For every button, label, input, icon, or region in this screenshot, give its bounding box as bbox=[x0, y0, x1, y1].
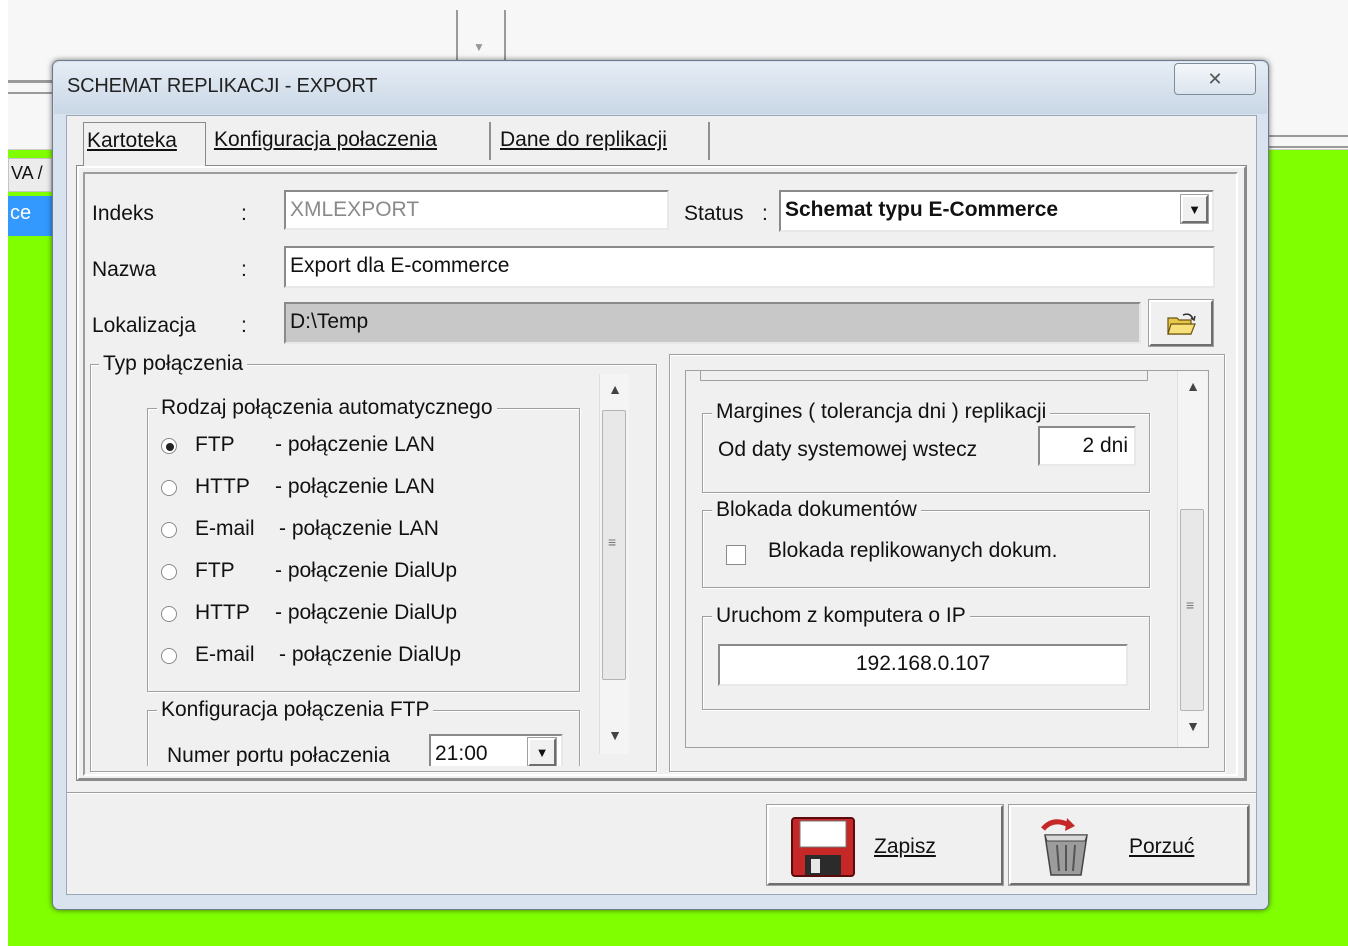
tab-page-frame: Indeks : XMLEXPORT Status : Schemat typu… bbox=[83, 172, 1238, 776]
konfiguracja-ftp-title: Konfiguracja połączenia FTP bbox=[157, 698, 434, 722]
tab-page-kartoteka: Indeks : XMLEXPORT Status : Schemat typu… bbox=[76, 165, 1247, 781]
scroll-up-arrow[interactable]: ▲ bbox=[600, 374, 630, 404]
grip-icon: ≡ bbox=[1186, 597, 1195, 613]
radio-button[interactable] bbox=[161, 438, 177, 454]
status-label: Status bbox=[684, 202, 744, 225]
chevron-down-icon: ▼ bbox=[535, 745, 549, 760]
floppy-disk-icon bbox=[791, 817, 855, 877]
radio-description: - połączenie LAN bbox=[275, 475, 435, 498]
status-select-value: Schemat typu E-Commerce bbox=[785, 198, 1059, 221]
lokalizacja-separator: : bbox=[241, 314, 247, 337]
radio-protocol: FTP bbox=[195, 559, 235, 582]
tab-kartoteka-label: Kartoteka bbox=[87, 129, 177, 152]
radio-description: - połączenie LAN bbox=[279, 517, 439, 540]
blokada-title: Blokada dokumentów bbox=[712, 498, 921, 522]
indeks-label: Indeks bbox=[92, 202, 154, 225]
margines-label: Od daty systemowej wstecz bbox=[718, 438, 978, 461]
typ-polaczenia-title: Typ połączenia bbox=[99, 352, 248, 376]
close-button[interactable]: ✕ bbox=[1174, 63, 1256, 95]
scroll-down-arrow[interactable]: ▼ bbox=[1178, 711, 1208, 741]
radio-email-dialup[interactable]: E-mail - połączenie DialUp bbox=[161, 642, 561, 672]
right-scroll-area: Margines ( tolerancja dni ) replikacji O… bbox=[686, 371, 1176, 747]
numer-portu-label: Numer portu połaczenia bbox=[167, 744, 390, 766]
chevron-down-icon: ▼ bbox=[1188, 202, 1201, 217]
radio-description: - połączenie LAN bbox=[275, 433, 435, 456]
radio-email-lan[interactable]: E-mail - połączenie LAN bbox=[161, 516, 561, 546]
browse-folder-button[interactable] bbox=[1148, 299, 1214, 347]
rodzaj-polaczenia-title: Rodzaj połączenia automatycznego bbox=[157, 396, 497, 420]
port-dropdown-button[interactable]: ▼ bbox=[527, 737, 557, 766]
status-separator: : bbox=[762, 202, 768, 225]
tab-kartoteka[interactable]: Kartoteka bbox=[83, 122, 206, 166]
background-rule bbox=[8, 80, 54, 83]
status-select[interactable]: Schemat typu E-Commerce bbox=[779, 190, 1214, 232]
porzuc-button[interactable]: Porzuć bbox=[1008, 804, 1250, 886]
lokalizacja-label: Lokalizacja bbox=[92, 314, 196, 337]
close-icon: ✕ bbox=[1207, 69, 1223, 89]
ip-address-field[interactable]: 192.168.0.107 bbox=[718, 644, 1128, 686]
background-rule bbox=[8, 92, 54, 94]
nazwa-label: Nazwa bbox=[92, 258, 157, 281]
radio-description: - połączenie DialUp bbox=[275, 559, 458, 582]
trash-icon bbox=[1041, 818, 1088, 876]
dialog-title: SCHEMAT REPLIKACJI - EXPORT bbox=[67, 75, 378, 97]
right-vertical-scrollbar[interactable]: ▲ ≡ ▼ bbox=[1177, 371, 1207, 747]
radio-button[interactable] bbox=[161, 648, 177, 664]
typ-polaczenia-scroll-area: Rodzaj połączenia automatycznego FTP - p… bbox=[103, 374, 629, 766]
tab-konfiguracja-polaczenia[interactable]: Konfiguracja połaczenia bbox=[208, 122, 491, 160]
radio-protocol: HTTP bbox=[195, 601, 250, 624]
margines-days-field[interactable]: 2 dni bbox=[1038, 426, 1136, 466]
radio-ftp-dialup[interactable]: FTP - połączenie DialUp bbox=[161, 558, 561, 588]
scroll-up-arrow[interactable]: ▲ bbox=[1178, 371, 1208, 401]
status-dropdown-button[interactable]: ▼ bbox=[1180, 194, 1209, 224]
zapisz-button[interactable]: Zapisz bbox=[766, 804, 1004, 886]
left-vertical-scrollbar[interactable]: ▲ ≡ ▼ bbox=[599, 374, 629, 754]
radio-protocol: HTTP bbox=[195, 475, 250, 498]
background-selected-cell[interactable]: ce bbox=[8, 196, 52, 236]
radio-description: - połączenie DialUp bbox=[279, 643, 462, 666]
blokada-checkbox-label[interactable]: Blokada replikowanych dokum. bbox=[768, 539, 1058, 563]
radio-http-lan[interactable]: HTTP - połączenie LAN bbox=[161, 474, 561, 504]
schemat-replikacji-dialog: SCHEMAT REPLIKACJI - EXPORT ✕ Kartoteka … bbox=[52, 60, 1269, 910]
uruchom-title: Uruchom z komputera o IP bbox=[712, 604, 970, 628]
indeks-separator: : bbox=[241, 202, 247, 225]
nazwa-separator: : bbox=[241, 258, 247, 281]
radio-http-dialup[interactable]: HTTP - połączenie DialUp bbox=[161, 600, 561, 630]
open-folder-icon bbox=[1167, 313, 1196, 335]
nazwa-field[interactable]: Export dla E-commerce bbox=[284, 246, 1215, 288]
radio-button[interactable] bbox=[161, 564, 177, 580]
radio-ftp-lan[interactable]: FTP - połączenie LAN bbox=[161, 432, 561, 462]
radio-description: - połączenie DialUp bbox=[275, 601, 458, 624]
radio-button[interactable] bbox=[161, 522, 177, 538]
tab-dane-do-replikacji[interactable]: Dane do replikacji bbox=[494, 122, 710, 160]
background-column-header[interactable]: VA / bbox=[8, 158, 52, 192]
porzuc-label: Porzuć bbox=[1129, 835, 1195, 858]
background-rule bbox=[1268, 146, 1348, 148]
radio-protocol: E-mail bbox=[195, 643, 255, 666]
cut-off-group bbox=[700, 371, 1148, 381]
radio-protocol: E-mail bbox=[195, 517, 255, 540]
scroll-down-arrow[interactable]: ▼ bbox=[600, 720, 630, 750]
dialog-client-area: Kartoteka Konfiguracja połaczenia Dane d… bbox=[66, 115, 1257, 895]
grip-icon: ≡ bbox=[608, 534, 617, 550]
lokalizacja-field[interactable]: D:\Temp bbox=[284, 302, 1141, 344]
zapisz-label: Zapisz bbox=[874, 835, 936, 858]
background-rule bbox=[1268, 135, 1348, 137]
indeks-field[interactable]: XMLEXPORT bbox=[284, 190, 669, 230]
radio-button[interactable] bbox=[161, 606, 177, 622]
blokada-checkbox[interactable] bbox=[726, 545, 746, 565]
radio-protocol: FTP bbox=[195, 433, 235, 456]
radio-button[interactable] bbox=[161, 480, 177, 496]
button-bar-divider bbox=[67, 792, 1256, 794]
margines-title: Margines ( tolerancja dni ) replikacji bbox=[712, 400, 1051, 424]
